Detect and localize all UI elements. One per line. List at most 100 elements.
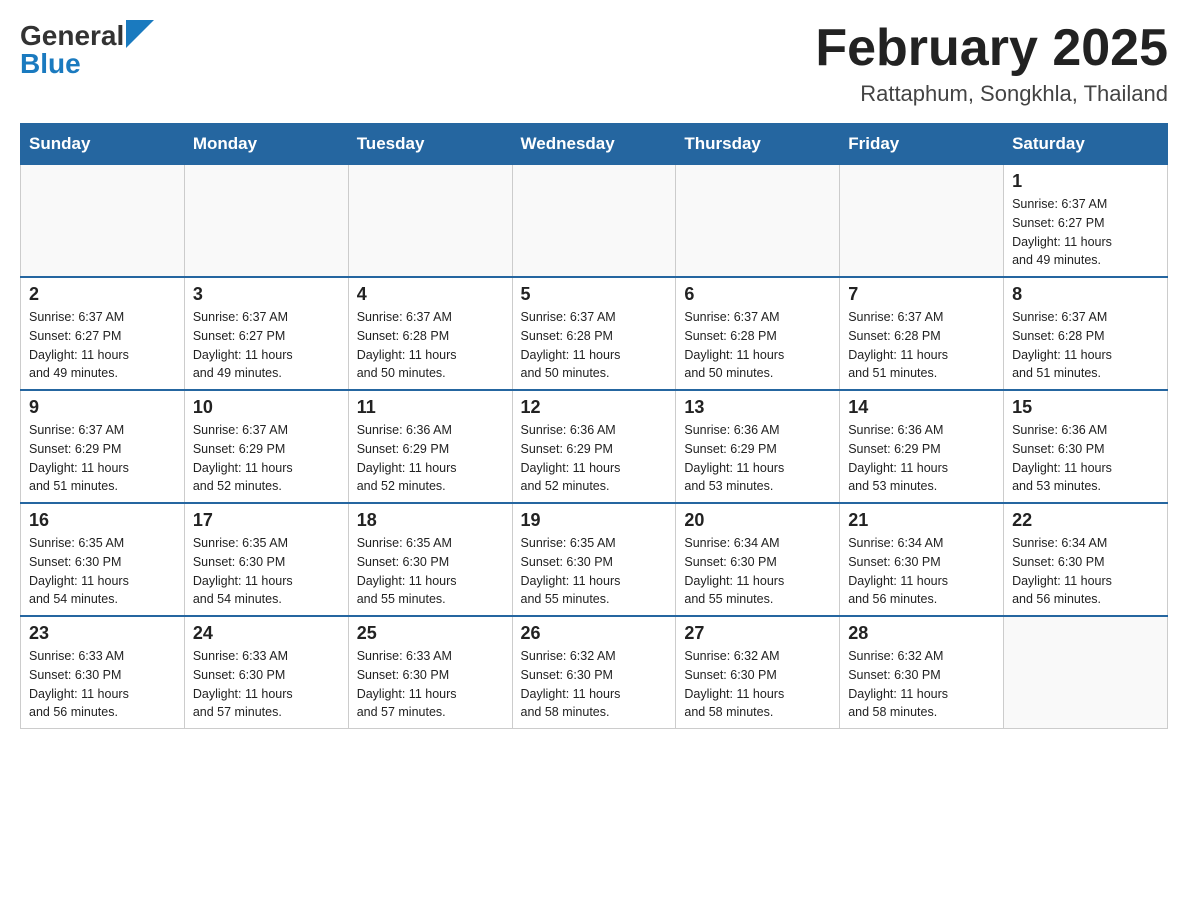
day-info: Sunrise: 6:32 AMSunset: 6:30 PMDaylight:…	[521, 647, 668, 722]
calendar-day-cell	[1004, 616, 1168, 729]
day-info: Sunrise: 6:37 AMSunset: 6:27 PMDaylight:…	[1012, 195, 1159, 270]
day-info: Sunrise: 6:37 AMSunset: 6:28 PMDaylight:…	[684, 308, 831, 383]
calendar-day-cell	[512, 165, 676, 278]
calendar-day-cell	[840, 165, 1004, 278]
day-number: 8	[1012, 284, 1159, 305]
page-header: General Blue February 2025 Rattaphum, So…	[20, 20, 1168, 107]
day-number: 5	[521, 284, 668, 305]
day-info: Sunrise: 6:34 AMSunset: 6:30 PMDaylight:…	[684, 534, 831, 609]
calendar-day-cell: 16Sunrise: 6:35 AMSunset: 6:30 PMDayligh…	[21, 503, 185, 616]
day-number: 1	[1012, 171, 1159, 192]
day-number: 25	[357, 623, 504, 644]
day-number: 24	[193, 623, 340, 644]
day-number: 26	[521, 623, 668, 644]
day-number: 23	[29, 623, 176, 644]
day-number: 10	[193, 397, 340, 418]
day-info: Sunrise: 6:36 AMSunset: 6:29 PMDaylight:…	[684, 421, 831, 496]
calendar-week-row: 9 Sunrise: 6:37 AMSunset: 6:29 PMDaylight…	[21, 390, 1168, 503]
day-info: Sunrise: 6:35 AMSunset: 6:30 PMDaylight:…	[357, 534, 504, 609]
weekday-header-sunday: Sunday	[21, 124, 185, 165]
logo: General Blue	[20, 20, 154, 80]
weekday-header-wednesday: Wednesday	[512, 124, 676, 165]
day-number: 13	[684, 397, 831, 418]
calendar-day-cell: 14Sunrise: 6:36 AMSunset: 6:29 PMDayligh…	[840, 390, 1004, 503]
logo-blue-text: Blue	[20, 48, 81, 80]
day-info: Sunrise: 6:35 AMSunset: 6:30 PMDaylight:…	[193, 534, 340, 609]
day-number: 6	[684, 284, 831, 305]
calendar-day-cell: 13 Sunrise: 6:36 AMSunset: 6:29 PMDayligh…	[676, 390, 840, 503]
location-subtitle: Rattaphum, Songkhla, Thailand	[815, 81, 1168, 107]
calendar-day-cell: 2Sunrise: 6:37 AMSunset: 6:27 PMDaylight…	[21, 277, 185, 390]
calendar-day-cell: 20 Sunrise: 6:34 AMSunset: 6:30 PMDayligh…	[676, 503, 840, 616]
day-info: Sunrise: 6:37 AMSunset: 6:28 PMDaylight:…	[1012, 308, 1159, 383]
title-block: February 2025 Rattaphum, Songkhla, Thail…	[815, 20, 1168, 107]
day-number: 12	[521, 397, 668, 418]
day-info: Sunrise: 6:35 AMSunset: 6:30 PMDaylight:…	[521, 534, 668, 609]
day-number: 19	[521, 510, 668, 531]
calendar-week-row: 16Sunrise: 6:35 AMSunset: 6:30 PMDayligh…	[21, 503, 1168, 616]
calendar-day-cell: 18 Sunrise: 6:35 AMSunset: 6:30 PMDayligh…	[348, 503, 512, 616]
weekday-header-monday: Monday	[184, 124, 348, 165]
weekday-header-thursday: Thursday	[676, 124, 840, 165]
calendar-day-cell: 23 Sunrise: 6:33 AMSunset: 6:30 PMDayligh…	[21, 616, 185, 729]
calendar-day-cell	[184, 165, 348, 278]
day-number: 7	[848, 284, 995, 305]
calendar-day-cell: 10 Sunrise: 6:37 AMSunset: 6:29 PMDayligh…	[184, 390, 348, 503]
calendar-day-cell: 17Sunrise: 6:35 AMSunset: 6:30 PMDayligh…	[184, 503, 348, 616]
day-info: Sunrise: 6:37 AMSunset: 6:29 PMDaylight:…	[29, 421, 176, 496]
day-info: Sunrise: 6:33 AMSunset: 6:30 PMDaylight:…	[29, 647, 176, 722]
day-number: 27	[684, 623, 831, 644]
calendar-day-cell: 27Sunrise: 6:32 AMSunset: 6:30 PMDayligh…	[676, 616, 840, 729]
day-number: 28	[848, 623, 995, 644]
month-title: February 2025	[815, 20, 1168, 77]
calendar-day-cell: 1 Sunrise: 6:37 AMSunset: 6:27 PMDaylight…	[1004, 165, 1168, 278]
day-info: Sunrise: 6:37 AMSunset: 6:28 PMDaylight:…	[848, 308, 995, 383]
day-info: Sunrise: 6:37 AMSunset: 6:29 PMDaylight:…	[193, 421, 340, 496]
calendar-day-cell: 3 Sunrise: 6:37 AMSunset: 6:27 PMDaylight…	[184, 277, 348, 390]
day-info: Sunrise: 6:37 AMSunset: 6:27 PMDaylight:…	[193, 308, 340, 383]
day-number: 20	[684, 510, 831, 531]
calendar-day-cell: 8 Sunrise: 6:37 AMSunset: 6:28 PMDaylight…	[1004, 277, 1168, 390]
calendar-day-cell: 28 Sunrise: 6:32 AMSunset: 6:30 PMDayligh…	[840, 616, 1004, 729]
day-info: Sunrise: 6:35 AMSunset: 6:30 PMDaylight:…	[29, 534, 176, 609]
day-number: 22	[1012, 510, 1159, 531]
day-number: 15	[1012, 397, 1159, 418]
day-info: Sunrise: 6:36 AMSunset: 6:30 PMDaylight:…	[1012, 421, 1159, 496]
calendar-day-cell: 12 Sunrise: 6:36 AMSunset: 6:29 PMDayligh…	[512, 390, 676, 503]
day-info: Sunrise: 6:36 AMSunset: 6:29 PMDaylight:…	[357, 421, 504, 496]
day-number: 3	[193, 284, 340, 305]
weekday-header-tuesday: Tuesday	[348, 124, 512, 165]
day-info: Sunrise: 6:36 AMSunset: 6:29 PMDaylight:…	[521, 421, 668, 496]
day-info: Sunrise: 6:36 AMSunset: 6:29 PMDaylight:…	[848, 421, 995, 496]
calendar-day-cell	[676, 165, 840, 278]
logo-arrow-icon	[126, 20, 154, 48]
weekday-header-friday: Friday	[840, 124, 1004, 165]
day-number: 11	[357, 397, 504, 418]
calendar-table: SundayMondayTuesdayWednesdayThursdayFrid…	[20, 123, 1168, 729]
calendar-day-cell: 4 Sunrise: 6:37 AMSunset: 6:28 PMDaylight…	[348, 277, 512, 390]
calendar-day-cell: 11 Sunrise: 6:36 AMSunset: 6:29 PMDayligh…	[348, 390, 512, 503]
day-info: Sunrise: 6:33 AMSunset: 6:30 PMDaylight:…	[357, 647, 504, 722]
day-info: Sunrise: 6:37 AMSunset: 6:27 PMDaylight:…	[29, 308, 176, 383]
day-info: Sunrise: 6:32 AMSunset: 6:30 PMDaylight:…	[848, 647, 995, 722]
calendar-day-cell: 19 Sunrise: 6:35 AMSunset: 6:30 PMDayligh…	[512, 503, 676, 616]
calendar-day-cell: 15 Sunrise: 6:36 AMSunset: 6:30 PMDayligh…	[1004, 390, 1168, 503]
calendar-day-cell: 6 Sunrise: 6:37 AMSunset: 6:28 PMDaylight…	[676, 277, 840, 390]
calendar-day-cell: 9 Sunrise: 6:37 AMSunset: 6:29 PMDaylight…	[21, 390, 185, 503]
weekday-header-saturday: Saturday	[1004, 124, 1168, 165]
calendar-week-row: 23 Sunrise: 6:33 AMSunset: 6:30 PMDayligh…	[21, 616, 1168, 729]
day-number: 18	[357, 510, 504, 531]
day-info: Sunrise: 6:37 AMSunset: 6:28 PMDaylight:…	[357, 308, 504, 383]
day-number: 21	[848, 510, 995, 531]
day-info: Sunrise: 6:37 AMSunset: 6:28 PMDaylight:…	[521, 308, 668, 383]
day-info: Sunrise: 6:34 AMSunset: 6:30 PMDaylight:…	[1012, 534, 1159, 609]
calendar-day-cell	[21, 165, 185, 278]
day-info: Sunrise: 6:34 AMSunset: 6:30 PMDaylight:…	[848, 534, 995, 609]
calendar-day-cell: 21 Sunrise: 6:34 AMSunset: 6:30 PMDayligh…	[840, 503, 1004, 616]
calendar-header-row: SundayMondayTuesdayWednesdayThursdayFrid…	[21, 124, 1168, 165]
calendar-day-cell: 5 Sunrise: 6:37 AMSunset: 6:28 PMDaylight…	[512, 277, 676, 390]
day-number: 9	[29, 397, 176, 418]
calendar-day-cell: 26 Sunrise: 6:32 AMSunset: 6:30 PMDayligh…	[512, 616, 676, 729]
calendar-week-row: 2Sunrise: 6:37 AMSunset: 6:27 PMDaylight…	[21, 277, 1168, 390]
day-number: 4	[357, 284, 504, 305]
